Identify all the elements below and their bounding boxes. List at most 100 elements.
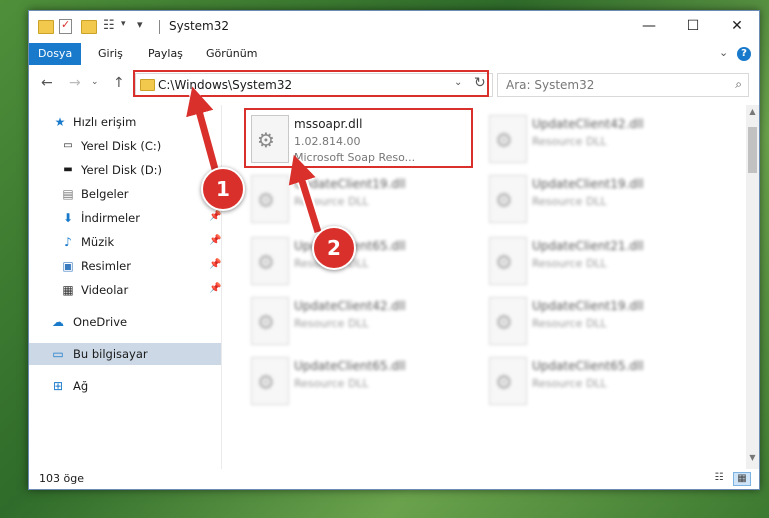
properties-icon[interactable]: ✓ <box>59 18 72 34</box>
sidebar-item-pictures[interactable]: ▣ Resimler 📌 <box>29 255 221 277</box>
search-input[interactable]: Ara: System32 ⌕ <box>497 73 749 97</box>
address-bar-highlight <box>133 70 489 97</box>
sidebar-item-label: Videolar <box>81 283 129 297</box>
documents-icon: ▤ <box>62 187 74 201</box>
file-tile[interactable]: ⚙ UpdateClient65.dll Resource DLL <box>484 355 714 411</box>
maximize-button[interactable]: ☐ <box>671 11 715 41</box>
download-icon: ⬇ <box>62 211 74 225</box>
file-description: Resource DLL <box>532 195 607 208</box>
file-name: UpdateClient19.dll <box>532 299 644 313</box>
file-description: Resource DLL <box>294 377 369 390</box>
file-description: Resource DLL <box>294 195 369 208</box>
sidebar-item-label: Resimler <box>81 259 131 273</box>
file-tile[interactable]: ⚙ UpdateClient19.dll Resource DLL <box>484 173 714 229</box>
file-name: UpdateClient65.dll <box>532 359 644 373</box>
file-tile[interactable]: ⚙ UpdateClient21.dll Resource DLL <box>484 235 714 291</box>
help-icon[interactable]: ? <box>737 47 751 61</box>
customize-toolbar-icon[interactable]: ☷ <box>103 18 115 33</box>
pin-icon[interactable]: 📌 <box>209 235 221 246</box>
tab-view[interactable]: Görünüm <box>197 43 266 65</box>
sidebar-item-this-pc[interactable]: ▭ Bu bilgisayar <box>29 343 221 365</box>
file-name: UpdateClient42.dll <box>532 117 644 131</box>
cloud-icon: ☁ <box>52 315 64 329</box>
pictures-icon: ▣ <box>62 259 74 273</box>
recent-locations-icon[interactable]: ⌄ <box>91 77 99 87</box>
dll-file-icon: ⚙ <box>489 297 527 345</box>
back-arrow-icon[interactable]: ← <box>41 75 53 91</box>
scrollbar-thumb[interactable] <box>748 127 757 173</box>
scroll-up-icon[interactable]: ▲ <box>746 107 759 121</box>
drive-icon: ▬ <box>63 164 73 175</box>
dll-file-icon: ⚙ <box>489 237 527 285</box>
window-title: System32 <box>169 19 230 33</box>
dropdown-arrow-icon[interactable]: ▾ <box>137 18 143 31</box>
drive-icon: ▭ <box>63 140 73 151</box>
sidebar-item-label: OneDrive <box>73 315 128 329</box>
tiles-view-icon[interactable]: ▦ <box>733 472 751 486</box>
file-name: UpdateClient19.dll <box>532 177 644 191</box>
file-description: Resource DLL <box>532 377 607 390</box>
sidebar-item-label: Belgeler <box>81 187 129 201</box>
sidebar-item-documents[interactable]: ▤ Belgeler 📌 <box>29 183 221 205</box>
sidebar-item-videos[interactable]: ▦ Videolar 📌 <box>29 279 221 301</box>
sidebar-item-quick-access[interactable]: ★ Hızlı erişim <box>29 111 221 133</box>
tab-share[interactable]: Paylaş <box>139 43 192 65</box>
file-tile[interactable]: ⚙ UpdateClient42.dll Resource DLL <box>484 113 714 169</box>
file-name: UpdateClient65.dll <box>294 359 406 373</box>
file-tile[interactable]: ⚙ UpdateClient65.dll Resource DLL <box>246 355 476 411</box>
search-icon[interactable]: ⌕ <box>735 77 742 92</box>
step-badge-2: 2 <box>312 226 356 270</box>
sidebar-item-label: Ağ <box>73 379 89 393</box>
computer-icon: ▭ <box>52 347 64 361</box>
navigation-pane: ★ Hızlı erişim ▭ Yerel Disk (C:) ▬ Yerel… <box>29 105 222 469</box>
title-separator <box>159 20 160 34</box>
network-icon: ⊞ <box>52 379 64 393</box>
dll-file-icon: ⚙ <box>251 357 289 405</box>
dll-file-icon: ⚙ <box>489 357 527 405</box>
file-description: Resource DLL <box>532 135 607 148</box>
sidebar-item-disk-c[interactable]: ▭ Yerel Disk (C:) <box>29 135 221 157</box>
scroll-down-icon[interactable]: ▼ <box>746 453 759 467</box>
file-tile[interactable]: ⚙ UpdateClient42.dll Resource DLL <box>246 295 476 351</box>
videos-icon: ▦ <box>62 283 74 297</box>
new-folder-icon[interactable] <box>81 20 97 34</box>
status-bar: 103 öge ☷ ▦ <box>29 469 759 489</box>
file-tile[interactable]: ⚙ UpdateClient19.dll Resource DLL <box>484 295 714 351</box>
folder-icon <box>38 20 54 34</box>
pin-icon[interactable]: 📌 <box>209 283 221 294</box>
sidebar-item-downloads[interactable]: ⬇ İndirmeler 📌 <box>29 207 221 229</box>
details-view-icon[interactable]: ☷ <box>711 472 727 484</box>
chevron-down-icon[interactable]: ▾ <box>121 19 126 29</box>
sidebar-item-network[interactable]: ⊞ Ağ <box>29 375 221 397</box>
search-placeholder[interactable]: Ara: System32 <box>506 78 594 92</box>
sidebar-item-onedrive[interactable]: ☁ OneDrive <box>29 311 221 333</box>
file-description: Resource DLL <box>294 317 369 330</box>
tab-home[interactable]: Giriş <box>89 43 132 65</box>
up-arrow-icon[interactable]: ↑ <box>113 75 125 91</box>
file-tile[interactable]: ⚙ UpdateClient65.dll Resource DLL <box>246 235 476 291</box>
file-name: UpdateClient21.dll <box>532 239 644 253</box>
forward-arrow-icon[interactable]: → <box>69 75 81 91</box>
minimize-icon: — <box>642 18 656 34</box>
item-count: 103 öge <box>39 472 84 485</box>
file-description: Resource DLL <box>532 317 607 330</box>
vertical-scrollbar[interactable]: ▲ ▼ <box>746 105 759 469</box>
minimize-button[interactable]: — <box>627 11 671 41</box>
maximize-icon: ☐ <box>686 18 700 34</box>
close-icon: ✕ <box>731 18 743 34</box>
file-tile[interactable]: ⚙ UpdateClient19.dll Resource DLL <box>246 173 476 229</box>
sidebar-item-disk-d[interactable]: ▬ Yerel Disk (D:) <box>29 159 221 181</box>
dll-file-icon: ⚙ <box>489 115 527 163</box>
file-name: UpdateClient42.dll <box>294 299 406 313</box>
sidebar-item-label: Bu bilgisayar <box>73 347 148 361</box>
pin-icon[interactable]: 📌 <box>209 211 221 222</box>
pin-icon[interactable]: 📌 <box>209 259 221 270</box>
close-button[interactable]: ✕ <box>715 11 759 41</box>
file-name: UpdateClient19.dll <box>294 177 406 191</box>
expand-ribbon-icon[interactable]: ⌄ <box>719 46 728 59</box>
tab-file[interactable]: Dosya <box>29 43 82 65</box>
sidebar-item-label: Hızlı erişim <box>73 115 137 129</box>
dll-file-icon: ⚙ <box>251 297 289 345</box>
sidebar-item-music[interactable]: ♪ Müzik 📌 <box>29 231 221 253</box>
file-description: Resource DLL <box>532 257 607 270</box>
